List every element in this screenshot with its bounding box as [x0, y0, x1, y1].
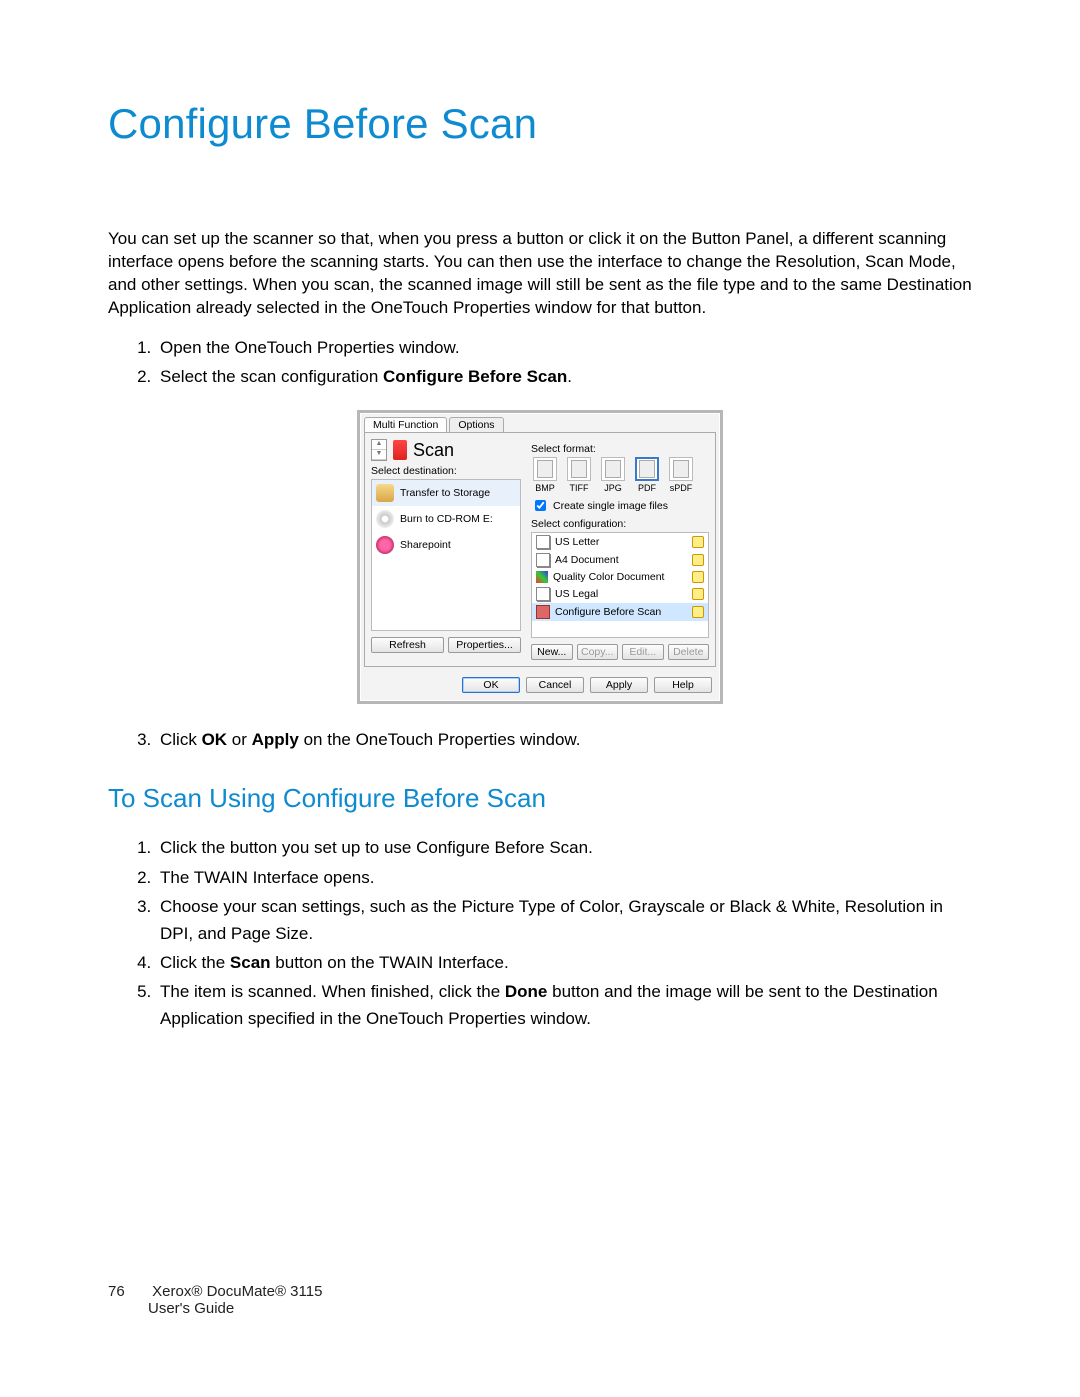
footer-line2: User's Guide: [148, 1300, 234, 1317]
copy-button[interactable]: Copy...: [577, 644, 619, 660]
format-label: TIFF: [565, 483, 593, 493]
cfg-label: US Letter: [555, 536, 599, 548]
step-b2: The TWAIN Interface opens.: [156, 864, 972, 891]
refresh-button[interactable]: Refresh: [371, 637, 444, 653]
page-icon: [536, 553, 550, 567]
format-jpg[interactable]: JPG: [599, 457, 627, 493]
step-a2-post: .: [567, 367, 572, 386]
apply-button[interactable]: Apply: [590, 677, 648, 693]
cfg-label: Configure Before Scan: [555, 606, 661, 618]
cfg-configure-before-scan[interactable]: Configure Before Scan: [532, 603, 708, 621]
cfg-a4[interactable]: A4 Document: [532, 551, 708, 569]
properties-button[interactable]: Properties...: [448, 637, 521, 653]
step-b5-t1: The item is scanned. When finished, clic…: [160, 982, 505, 1001]
intro-paragraph: You can set up the scanner so that, when…: [108, 228, 972, 320]
lock-icon: [692, 554, 704, 566]
step-a2: Select the scan configuration Configure …: [156, 363, 972, 390]
page-icon: [536, 587, 550, 601]
lock-icon: [692, 606, 704, 618]
format-label: PDF: [633, 483, 661, 493]
format-tiff[interactable]: TIFF: [565, 457, 593, 493]
new-button[interactable]: New...: [531, 644, 573, 660]
tab-options[interactable]: Options: [449, 417, 503, 432]
step-b5-done: Done: [505, 982, 548, 1001]
select-destination-label: Select destination:: [371, 465, 521, 477]
page-title: Configure Before Scan: [108, 100, 972, 148]
lock-icon: [692, 536, 704, 548]
destination-list[interactable]: Transfer to Storage Burn to CD-ROM E: Sh…: [371, 479, 521, 631]
scan-mode-label: Scan: [413, 440, 454, 461]
format-label: JPG: [599, 483, 627, 493]
select-configuration-label: Select configuration:: [531, 518, 709, 530]
step-a3-t3: on the OneTouch Properties window.: [299, 730, 581, 749]
step-a1: Open the OneTouch Properties window.: [156, 334, 972, 361]
lock-icon: [692, 571, 704, 583]
step-a3-t1: Click: [160, 730, 202, 749]
format-label: sPDF: [667, 483, 695, 493]
dest-label: Transfer to Storage: [400, 487, 490, 499]
step-a3-t2: or: [227, 730, 252, 749]
cfg-quality-color[interactable]: Quality Color Document: [532, 569, 708, 585]
format-label: BMP: [531, 483, 559, 493]
step-a2-pre: Select the scan configuration: [160, 367, 383, 386]
ok-button[interactable]: OK: [462, 677, 520, 693]
dest-label: Sharepoint: [400, 539, 451, 551]
sharepoint-icon: [376, 536, 394, 554]
edit-button[interactable]: Edit...: [622, 644, 664, 660]
step-b1: Click the button you set up to use Confi…: [156, 834, 972, 861]
page-number: 76: [108, 1283, 148, 1300]
select-format-label: Select format:: [531, 443, 709, 455]
step-a3-apply: Apply: [252, 730, 299, 749]
configure-icon: [536, 605, 550, 619]
format-bmp[interactable]: BMP: [531, 457, 559, 493]
step-b4-scan: Scan: [230, 953, 271, 972]
step-b3: Choose your scan settings, such as the P…: [156, 893, 972, 947]
scan-icon: [393, 440, 407, 460]
steps-list-a: Open the OneTouch Properties window. Sel…: [108, 334, 972, 390]
tab-multi-function[interactable]: Multi Function: [364, 417, 447, 432]
delete-button[interactable]: Delete: [668, 644, 710, 660]
configuration-list[interactable]: US Letter A4 Document Quality Color Docu…: [531, 532, 709, 638]
step-a2-bold: Configure Before Scan: [383, 367, 567, 386]
color-icon: [536, 571, 548, 583]
create-single-input[interactable]: [535, 500, 546, 511]
dest-label: Burn to CD-ROM E:: [400, 513, 493, 525]
cancel-button[interactable]: Cancel: [526, 677, 584, 693]
step-a3-ok: OK: [202, 730, 228, 749]
button-spinner[interactable]: ▲▼: [371, 439, 387, 461]
steps-list-b: Click the button you set up to use Confi…: [108, 834, 972, 1032]
cfg-us-legal[interactable]: US Legal: [532, 585, 708, 603]
page-footer: 76 Xerox® DocuMate® 3115 User's Guide: [108, 1283, 322, 1317]
format-pdf[interactable]: PDF: [633, 457, 661, 493]
steps-list-a-cont: Click OK or Apply on the OneTouch Proper…: [108, 726, 972, 753]
subheading: To Scan Using Configure Before Scan: [108, 783, 972, 814]
dest-sharepoint[interactable]: Sharepoint: [372, 532, 520, 558]
create-single-checkbox[interactable]: Create single image files: [531, 497, 709, 514]
format-spdf[interactable]: sPDF: [667, 457, 695, 493]
cfg-label: A4 Document: [555, 554, 619, 566]
onetouch-dialog: Multi Function Options ▲▼ Scan Select de…: [357, 410, 723, 704]
help-button[interactable]: Help: [654, 677, 712, 693]
create-single-label: Create single image files: [553, 500, 668, 512]
step-a3: Click OK or Apply on the OneTouch Proper…: [156, 726, 972, 753]
step-b4-t1: Click the: [160, 953, 230, 972]
cd-icon: [376, 510, 394, 528]
dest-transfer-storage[interactable]: Transfer to Storage: [372, 480, 520, 506]
step-b4: Click the Scan button on the TWAIN Inter…: [156, 949, 972, 976]
cfg-label: Quality Color Document: [553, 571, 664, 583]
format-row: BMP TIFF JPG PDF sPDF: [531, 457, 709, 493]
cfg-label: US Legal: [555, 588, 598, 600]
storage-icon: [376, 484, 394, 502]
step-b5: The item is scanned. When finished, clic…: [156, 978, 972, 1032]
footer-line1: Xerox® DocuMate® 3115: [152, 1283, 322, 1300]
step-b4-t2: button on the TWAIN Interface.: [271, 953, 509, 972]
dest-burn-cd[interactable]: Burn to CD-ROM E:: [372, 506, 520, 532]
page-icon: [536, 535, 550, 549]
cfg-us-letter[interactable]: US Letter: [532, 533, 708, 551]
lock-icon: [692, 588, 704, 600]
